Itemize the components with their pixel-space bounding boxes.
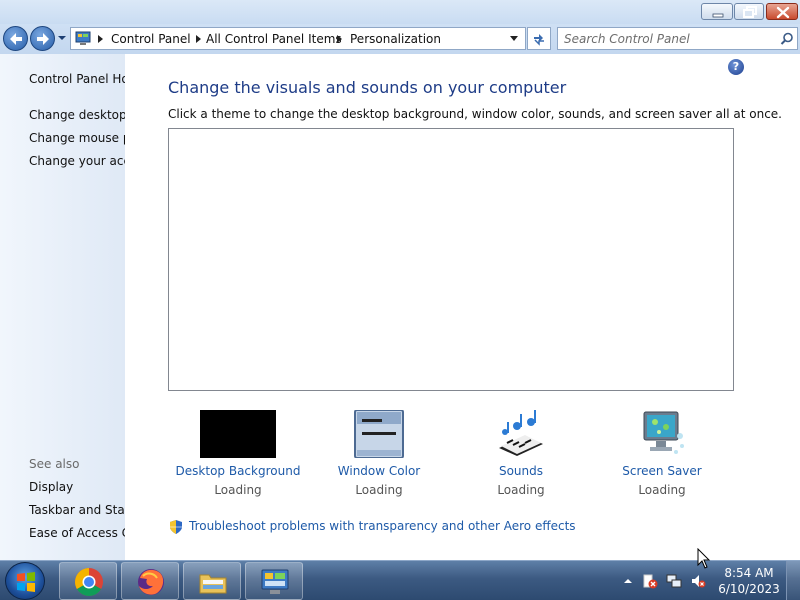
show-desktop-button[interactable] [786,561,800,600]
screen-saver-status: Loading [638,483,686,497]
start-button[interactable] [5,562,45,600]
taskbar: 8:54 AM 6/10/2023 [0,560,800,600]
help-icon[interactable]: ? [728,59,744,75]
back-arrow-icon [10,33,22,45]
taskbar-control-panel[interactable] [245,562,303,600]
clock-date: 6/10/2023 [718,582,780,596]
breadcrumb-separator-icon[interactable] [98,35,103,43]
screen-saver-setting[interactable]: Screen Saver Loading [592,410,732,497]
control-panel-icon [261,569,289,594]
link-ease-of-access[interactable]: Ease of Access Center [29,526,125,540]
forward-arrow-icon [37,33,49,45]
close-button[interactable] [766,3,798,20]
sounds-link[interactable]: Sounds [451,464,591,478]
page-title: Change the visuals and sounds on your co… [168,78,567,97]
firefox-icon [138,569,164,595]
search-input[interactable] [564,31,774,47]
action-center-icon[interactable] [642,573,658,589]
theme-list[interactable] [168,128,734,391]
breadcrumb-separator-icon[interactable] [337,35,342,43]
page-description: Click a theme to change the desktop back… [168,107,782,121]
troubleshoot-aero-link[interactable]: Troubleshoot problems with transparency … [189,519,576,533]
address-bar[interactable]: Control Panel All Control Panel Items Pe… [70,27,526,50]
desktop-background-icon[interactable] [200,410,276,458]
breadcrumb-all-items[interactable]: All Control Panel Items [206,32,342,46]
window-color-setting[interactable]: Window Color Loading [309,409,449,497]
shield-icon [170,520,182,534]
refresh-button[interactable] [527,27,551,50]
link-taskbar-start-menu[interactable]: Taskbar and Start Menu [29,503,125,517]
screen-saver-icon[interactable] [624,410,700,458]
navigation-bar: Control Panel All Control Panel Items Pe… [0,24,800,54]
windows-logo-icon [17,572,35,592]
taskbar-firefox[interactable] [121,562,179,600]
close-icon [776,6,790,19]
breadcrumb-personalization[interactable]: Personalization [350,32,441,46]
left-navigation-pane: Control Panel Home Change desktop icons … [0,54,125,560]
link-display[interactable]: Display [29,480,73,494]
window-color-icon[interactable] [341,409,417,459]
taskbar-file-explorer[interactable] [183,562,241,600]
minimize-button[interactable] [701,3,733,20]
see-also-heading: See also [29,457,80,471]
search-box[interactable] [557,27,798,50]
system-clock[interactable]: 8:54 AM 6/10/2023 [716,565,782,597]
restore-icon [743,6,757,18]
control-panel-icon [75,31,91,45]
restore-button[interactable] [734,3,764,20]
mouse-pointer-icon [697,548,711,569]
sounds-icon[interactable] [483,410,559,458]
network-icon[interactable] [666,573,682,589]
sounds-status: Loading [497,483,545,497]
taskbar-chrome[interactable] [59,562,117,600]
window-color-link[interactable]: Window Color [309,464,449,478]
refresh-icon [534,34,544,46]
screen-saver-link[interactable]: Screen Saver [592,464,732,478]
forward-button[interactable] [30,26,55,51]
show-hidden-icons-icon[interactable] [620,573,636,589]
file-explorer-icon [199,574,227,594]
search-icon[interactable] [780,32,794,46]
chrome-icon [75,568,103,596]
recent-pages-dropdown-icon[interactable] [57,33,67,43]
clock-time: 8:54 AM [724,566,774,580]
link-change-desktop-icons[interactable]: Change desktop icons [29,108,125,122]
sounds-setting[interactable]: Sounds Loading [451,410,591,497]
minimize-icon [712,13,724,18]
breadcrumb-control-panel[interactable]: Control Panel [111,32,191,46]
link-control-panel-home[interactable]: Control Panel Home [29,72,125,86]
link-change-account-picture[interactable]: Change your account picture [29,154,125,168]
desktop-background-status: Loading [214,483,262,497]
window-color-status: Loading [355,483,403,497]
title-bar [0,0,800,24]
back-button[interactable] [3,26,28,51]
breadcrumb-separator-icon[interactable] [196,35,201,43]
desktop-background-setting[interactable]: Desktop Background Loading [168,410,308,497]
link-change-mouse-pointers[interactable]: Change mouse pointers [29,131,125,145]
main-content-pane: ? Change the visuals and sounds on your … [125,54,800,560]
address-dropdown-icon[interactable] [510,36,518,41]
desktop-background-link[interactable]: Desktop Background [168,464,308,478]
volume-muted-icon[interactable] [690,573,706,589]
